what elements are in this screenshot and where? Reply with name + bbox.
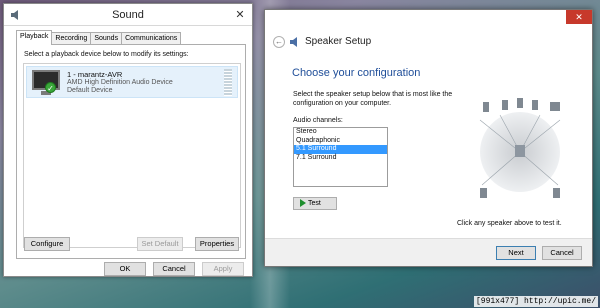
- device-list[interactable]: ✓ 1 - marantz-AVR AMD High Definition Au…: [23, 63, 241, 248]
- sound-title: Sound: [112, 9, 144, 21]
- apply-button[interactable]: Apply: [202, 262, 244, 276]
- cancel-button[interactable]: Cancel: [542, 246, 582, 260]
- audio-channels-list[interactable]: Stereo Quadraphonic 5.1 Surround 7.1 Sur…: [293, 127, 388, 187]
- test-button[interactable]: Test: [293, 197, 337, 210]
- configuration-description: Select the speaker setup below that is m…: [293, 91, 453, 107]
- sound-dialog: Sound ✕ Playback Recording Sounds Commun…: [3, 3, 253, 277]
- cancel-button[interactable]: Cancel: [153, 262, 195, 276]
- list-item[interactable]: Stereo: [294, 128, 387, 137]
- device-name: 1 - marantz-AVR: [67, 70, 123, 79]
- playback-instruction: Select a playback device below to modify…: [24, 51, 189, 58]
- watermark-text: [991x477] http://upic.me/: [473, 296, 598, 307]
- speaker-icon: [290, 37, 297, 47]
- list-item[interactable]: 7.1 Surround: [294, 154, 387, 163]
- speaker-setup-header: ✕ ← Speaker Setup: [265, 10, 592, 70]
- device-description: AMD High Definition Audio Device: [67, 79, 173, 86]
- list-item[interactable]: ✓ 1 - marantz-AVR AMD High Definition Au…: [26, 66, 238, 98]
- playback-panel: Select a playback device below to modify…: [16, 44, 246, 259]
- speaker-center-icon[interactable]: [517, 98, 523, 108]
- play-icon: [300, 199, 306, 208]
- speaker-rear-left-icon[interactable]: [480, 188, 487, 198]
- speaker-rear-right-icon[interactable]: [553, 188, 560, 198]
- speaker-layout-diagram: [479, 98, 561, 198]
- audio-channels-label: Audio channels:: [293, 117, 343, 124]
- tab-playback[interactable]: Playback: [16, 30, 53, 45]
- ok-button[interactable]: OK: [104, 262, 146, 276]
- speaker-setup-footer: Next Cancel: [265, 238, 592, 266]
- next-button[interactable]: Next: [496, 246, 536, 260]
- back-arrow-icon[interactable]: ←: [273, 36, 285, 48]
- list-item[interactable]: 5.1 Surround: [294, 145, 387, 154]
- close-icon[interactable]: ✕: [566, 10, 592, 24]
- speaker-center-right-icon[interactable]: [532, 100, 538, 110]
- sound-titlebar[interactable]: Sound ✕: [4, 4, 252, 26]
- test-label: Test: [308, 200, 321, 207]
- tab-strip: Playback Recording Sounds Communications: [16, 30, 182, 45]
- speaker-center-left-icon[interactable]: [502, 100, 508, 110]
- list-item[interactable]: Quadraphonic: [294, 137, 387, 146]
- set-default-button[interactable]: Set Default: [137, 237, 183, 251]
- close-icon[interactable]: ✕: [234, 9, 246, 21]
- device-state: Default Device: [67, 87, 113, 94]
- page-title: Choose your configuration: [292, 67, 421, 79]
- subwoofer-icon[interactable]: [550, 102, 560, 111]
- speaker-front-left-icon[interactable]: [483, 102, 489, 112]
- speaker-setup-title: Speaker Setup: [305, 36, 372, 47]
- test-hint: Click any speaker above to test it.: [457, 220, 562, 227]
- listener-icon: [515, 145, 525, 157]
- default-check-icon: ✓: [45, 82, 56, 93]
- speaker-setup-dialog: ✕ ← Speaker Setup Choose your configurat…: [264, 9, 593, 267]
- volume-meter: [224, 69, 232, 96]
- properties-button[interactable]: Properties: [195, 237, 239, 251]
- configure-button[interactable]: Configure: [24, 237, 70, 251]
